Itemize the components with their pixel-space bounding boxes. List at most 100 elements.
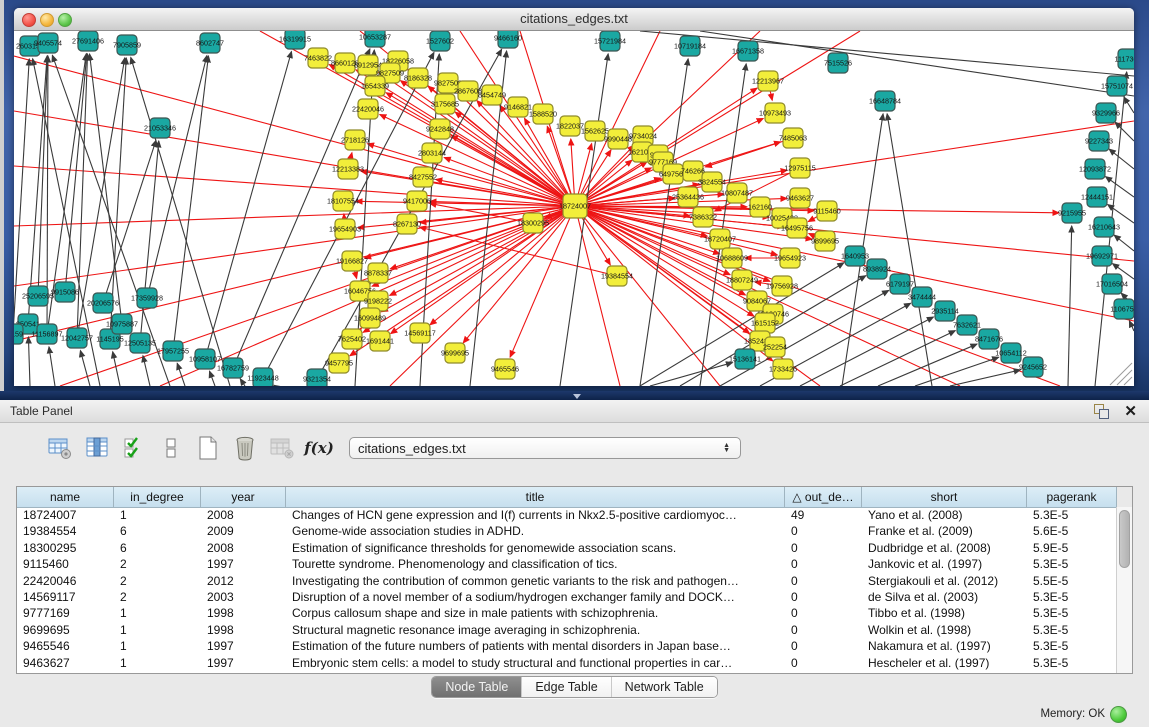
- graph-node[interactable]: 9417006: [403, 191, 431, 211]
- table-cell[interactable]: 0: [785, 523, 862, 539]
- resize-grip-icon[interactable]: [1124, 377, 1132, 385]
- table-cell[interactable]: Wolkin et al. (1998): [862, 622, 1027, 638]
- graph-node[interactable]: 18720407: [704, 229, 736, 249]
- graph-node[interactable]: 10653287: [359, 31, 391, 47]
- graph-node[interactable]: 3474444: [908, 287, 936, 307]
- graph-node[interactable]: 9405574: [34, 33, 62, 53]
- import-table-icon[interactable]: [268, 435, 296, 461]
- graph-node[interactable]: 7632621: [953, 315, 981, 335]
- table-cell[interactable]: 6: [114, 523, 201, 539]
- table-cell[interactable]: 5.3E-5: [1027, 638, 1117, 654]
- table-cell[interactable]: 1997: [201, 556, 286, 572]
- graph-node[interactable]: 1117307: [1115, 49, 1134, 69]
- graph-node[interactable]: 1527602: [426, 31, 454, 51]
- table-cell[interactable]: 0: [785, 556, 862, 572]
- graph-node[interactable]: 8427552: [409, 167, 437, 187]
- table-row[interactable]: 1872400712008Changes of HCN gene express…: [17, 507, 1117, 523]
- table-cell[interactable]: 0: [785, 573, 862, 589]
- merge-columns-icon[interactable]: [157, 435, 185, 461]
- vertical-scrollbar[interactable]: [1116, 507, 1132, 673]
- edge[interactable]: [90, 54, 122, 324]
- table-cell[interactable]: Estimation of significance thresholds fo…: [286, 540, 785, 556]
- table-cell[interactable]: 5.9E-5: [1027, 540, 1117, 556]
- graph-node[interactable]: 18724007: [559, 194, 591, 218]
- table-cell[interactable]: 2: [114, 589, 201, 605]
- graph-node[interactable]: 12505135: [124, 333, 156, 353]
- edge[interactable]: [640, 31, 1134, 76]
- table-cell[interactable]: 1: [114, 605, 201, 621]
- table-cell[interactable]: de Silva et al. (2003): [862, 589, 1027, 605]
- table-cell[interactable]: 0: [785, 622, 862, 638]
- table-cell[interactable]: 5.3E-5: [1027, 605, 1117, 621]
- table-cell[interactable]: Embryonic stem cells: a model to study s…: [286, 655, 785, 671]
- graph-node[interactable]: 9457795: [325, 353, 353, 373]
- graph-node[interactable]: 1654339: [361, 76, 389, 96]
- graph-node[interactable]: 2935114: [931, 301, 958, 321]
- table-cell[interactable]: 2009: [201, 523, 286, 539]
- table-cell[interactable]: Tourette syndrome. Phenomenology and cla…: [286, 556, 785, 572]
- table-cell[interactable]: 19384554: [17, 523, 114, 539]
- graph-node[interactable]: 2803144: [418, 143, 446, 163]
- edge[interactable]: [367, 144, 575, 206]
- edge[interactable]: [210, 371, 215, 386]
- table-cell[interactable]: 9699695: [17, 622, 114, 638]
- edge[interactable]: [28, 56, 47, 324]
- edge[interactable]: [1068, 226, 1072, 386]
- select-attributes-icon[interactable]: [120, 435, 148, 461]
- edge[interactable]: [177, 363, 185, 386]
- table-cell[interactable]: 0: [785, 638, 862, 654]
- network-canvas[interactable]: 1872400774638228660128891295418226058982…: [14, 31, 1134, 386]
- edge[interactable]: [49, 347, 55, 386]
- column-header[interactable]: △ out_de…: [785, 487, 862, 507]
- table-cell[interactable]: 9465546: [17, 638, 114, 654]
- table-cell[interactable]: Franke et al. (2009): [862, 523, 1027, 539]
- graph-node[interactable]: 9227343: [1085, 131, 1113, 151]
- graph-node[interactable]: 9245652: [1019, 357, 1047, 377]
- tab-edge-table[interactable]: Edge Table: [521, 677, 610, 697]
- graph-node[interactable]: 15721984: [594, 31, 626, 51]
- function-builder-icon[interactable]: f(x): [305, 435, 333, 461]
- graph-node[interactable]: 25206595: [22, 286, 54, 306]
- table-cell[interactable]: 2: [114, 573, 201, 589]
- table-cell[interactable]: 0: [785, 605, 862, 621]
- graph-node[interactable]: 7905859: [113, 35, 141, 55]
- graph-node[interactable]: 2718126: [341, 130, 369, 150]
- table-cell[interactable]: Yano et al. (2008): [862, 507, 1027, 523]
- column-header[interactable]: name: [17, 487, 114, 507]
- graph-node[interactable]: 7515526: [824, 53, 852, 73]
- edge[interactable]: [205, 52, 291, 359]
- table-cell[interactable]: 0: [785, 540, 862, 556]
- graph-node[interactable]: 1640953: [841, 246, 869, 266]
- table-cell[interactable]: 22420046: [17, 573, 114, 589]
- table-cell[interactable]: Hescheler et al. (1997): [862, 655, 1027, 671]
- table-cell[interactable]: 5.3E-5: [1027, 655, 1117, 671]
- table-cell[interactable]: 5.3E-5: [1027, 507, 1117, 523]
- table-cell[interactable]: 1997: [201, 638, 286, 654]
- table-cell[interactable]: Dudbridge et al. (2008): [862, 540, 1027, 556]
- table-cell[interactable]: 2012: [201, 573, 286, 589]
- edge[interactable]: [274, 385, 275, 386]
- edge[interactable]: [390, 206, 575, 386]
- graph-node[interactable]: 17957255: [157, 341, 189, 361]
- graph-node[interactable]: 9329966: [1092, 103, 1120, 123]
- graph-node[interactable]: 1691441: [366, 331, 394, 351]
- table-cell[interactable]: 14569117: [17, 589, 114, 605]
- table-cell[interactable]: 2003: [201, 589, 286, 605]
- edge[interactable]: [1115, 122, 1134, 141]
- table-row[interactable]: 969969511998Structural magnetic resonanc…: [17, 622, 1117, 638]
- graph-node[interactable]: 12093872: [1079, 159, 1111, 179]
- graph-node[interactable]: 8938924: [863, 259, 891, 279]
- table-cell[interactable]: Corpus callosum shape and size in male p…: [286, 605, 785, 621]
- graph-node[interactable]: 9699695: [441, 343, 469, 363]
- column-header[interactable]: pagerank: [1027, 487, 1117, 507]
- graph-node[interactable]: 1588520: [529, 104, 557, 124]
- table-row[interactable]: 1830029562008Estimation of significance …: [17, 540, 1117, 556]
- graph-node[interactable]: 19654903: [329, 219, 361, 239]
- graph-node[interactable]: 8186328: [404, 68, 432, 88]
- table-selector-combobox[interactable]: citations_edges.txt ▲▼: [349, 437, 741, 459]
- table-cell[interactable]: 0: [785, 589, 862, 605]
- graph-node[interactable]: 9215955: [1058, 203, 1086, 223]
- graph-node[interactable]: 1615152: [751, 313, 779, 333]
- column-header[interactable]: title: [286, 487, 785, 507]
- graph-node[interactable]: 9466160: [494, 31, 522, 48]
